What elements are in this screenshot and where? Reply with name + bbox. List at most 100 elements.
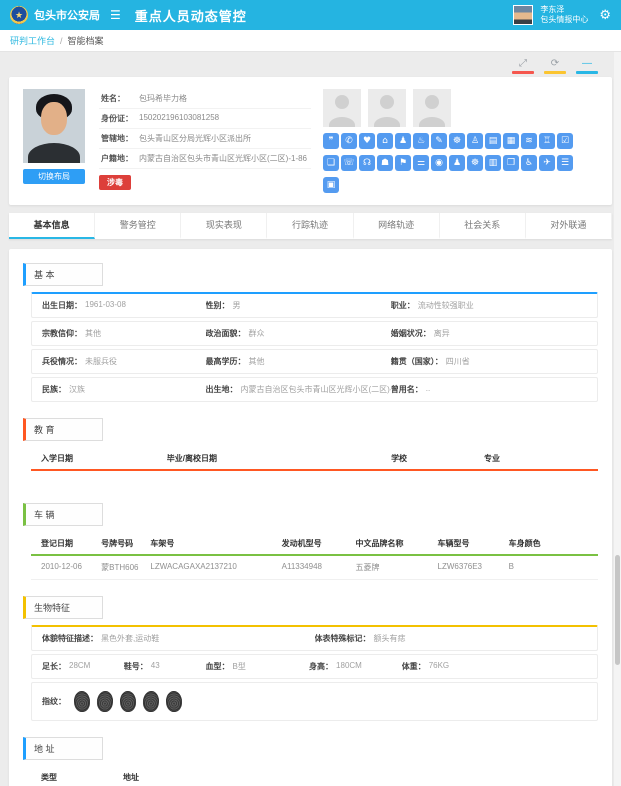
phone-icon[interactable]: ☏	[341, 155, 357, 171]
gallery-avatar-placeholder[interactable]	[413, 89, 451, 127]
suspect-icon[interactable]: ♟	[449, 155, 465, 171]
logistics-icon[interactable]: ❒	[503, 155, 519, 171]
scrollbar-track[interactable]	[614, 52, 621, 786]
field: 曾用名：..	[391, 384, 587, 395]
field: 婚姻状况：离异	[391, 328, 587, 339]
fingerprint-image	[73, 691, 90, 713]
collapse-icon[interactable]: —	[576, 58, 598, 74]
field: 出生地：内蒙古自治区包头市青山区光辉小区(二区)-1-86	[206, 384, 391, 395]
fullscreen-icon[interactable]: ⤢	[512, 58, 534, 74]
flight-icon[interactable]: ✈	[539, 155, 555, 171]
field: 出生日期：1961-03-08	[42, 300, 206, 311]
user-meta[interactable]: 李东泽 包头情报中心	[540, 5, 588, 25]
section-address: 地 址 类型地址 家庭地址 内蒙古自治区包头市青山区光辉小区(二区)-1-86 …	[23, 737, 598, 786]
certificate-icon[interactable]: ▦	[503, 133, 519, 149]
table-cell: 蒙BTH606	[101, 562, 150, 573]
fingerprint-image	[119, 691, 136, 713]
education-icon[interactable]: ✎	[431, 133, 447, 149]
photo-shirt	[28, 143, 80, 163]
phone-call-icon[interactable]: ✆	[341, 133, 357, 149]
field: 体重：76KG	[402, 661, 587, 672]
breadcrumb-parent-link[interactable]: 研判工作台	[10, 34, 55, 47]
fingerprint-image	[96, 690, 113, 712]
profile-field: 户籍地： 内蒙古自治区包头市青山区光辉小区(二区)-1-86	[99, 149, 311, 169]
vehicle-table-header: 登记日期号牌号码车架号发动机型号中文品牌名称车辆型号车身颜色	[31, 532, 598, 556]
detail-tabs: 基本信息 警务管控 现实表现 行踪轨迹 网络轨迹 社会关系 对外联通	[9, 213, 612, 239]
section-biometric: 生物特征 体貌特征描述：黑色外套,运动鞋体表特殊标记：额头有痣 足长：28CM鞋…	[23, 596, 598, 721]
tab[interactable]: 现实表现	[181, 213, 267, 239]
fingerprint-row: 指纹：	[31, 682, 598, 721]
fingerprint-image	[165, 691, 182, 713]
column-header: 专业	[484, 453, 588, 464]
profile-field: 身份证： 150202196103081258	[99, 109, 311, 129]
profile-field-label: 身份证：	[101, 113, 139, 124]
tab[interactable]: 基本信息	[9, 213, 95, 239]
profile-field-label: 姓名：	[101, 93, 139, 104]
bank-icon[interactable]: ♖	[539, 133, 555, 149]
finance-icon[interactable]: ❑	[323, 155, 339, 171]
field: 身高：180CM	[309, 661, 402, 672]
car-icon[interactable]: ☸	[449, 133, 465, 149]
lodging-icon[interactable]: ⚌	[413, 155, 429, 171]
profile-field: 姓名： 包玛希毕力格	[99, 89, 311, 109]
biometric-row-1: 体貌特征描述：黑色外套,运动鞋体表特殊标记：额头有痣	[31, 625, 598, 651]
profile-card: 切换布局 姓名： 包玛希毕力格 身份证： 150202196103081258 …	[9, 77, 612, 205]
tag-icon[interactable]: ⚑	[395, 155, 411, 171]
network-icon[interactable]: ≋	[521, 133, 537, 149]
field: 籍贯（国家）：四川省	[391, 356, 587, 367]
breadcrumb-current: 智能档案	[68, 34, 104, 47]
person-icon[interactable]: ♙	[467, 133, 483, 149]
case-check-icon[interactable]: ☑	[557, 133, 573, 149]
user-avatar[interactable]	[513, 5, 533, 25]
column-header: 学校	[391, 453, 484, 464]
scrollbar-thumb[interactable]	[615, 555, 620, 665]
heart-icon[interactable]: ♥	[359, 133, 375, 149]
entertainment-icon[interactable]: ♿	[521, 155, 537, 171]
tab[interactable]: 对外联通	[526, 213, 612, 239]
switch-layout-button[interactable]: 切换布局	[23, 169, 85, 184]
hotel-icon[interactable]: ♨	[413, 133, 429, 149]
basic-row-2: 宗教信仰：其他政治面貌：群众婚姻状况：离异	[31, 321, 598, 346]
tab[interactable]: 社会关系	[440, 213, 526, 239]
police-car-icon[interactable]: ☸	[467, 155, 483, 171]
profile-field-value: 内蒙古自治区包头市青山区光辉小区(二区)-1-86	[139, 153, 307, 164]
subject-photo[interactable]	[23, 89, 85, 163]
column-header: 入学日期	[41, 453, 167, 464]
column-header: 毕业/离校日期	[167, 453, 391, 464]
signal-icon[interactable]: ☊	[359, 155, 375, 171]
field: 足长：28CM	[42, 661, 124, 672]
group-icon[interactable]: ♟	[395, 133, 411, 149]
profile-field-label: 户籍地：	[101, 153, 139, 164]
education-table-header: 入学日期毕业/离校日期学校专业	[31, 447, 598, 471]
settings-gear-icon[interactable]: ⚙	[599, 7, 611, 23]
gallery-avatar-placeholder[interactable]	[368, 89, 406, 127]
field: 政治面貌：群众	[206, 328, 391, 339]
id-card-icon[interactable]: ▥	[485, 155, 501, 171]
column-header: 号牌号码	[101, 538, 150, 549]
basic-row-4: 民族：汉族出生地：内蒙古自治区包头市青山区光辉小区(二区)-1-86曾用名：..	[31, 377, 598, 402]
gallery-avatar-placeholder[interactable]	[323, 89, 361, 127]
refresh-icon[interactable]: ⟳	[544, 58, 566, 74]
tab[interactable]: 行踪轨迹	[267, 213, 353, 239]
train-icon[interactable]: ☰	[557, 155, 573, 171]
chat-icon[interactable]: ❞	[323, 133, 339, 149]
record-icon[interactable]: ◉	[431, 155, 447, 171]
hamburger-menu-icon[interactable]: ☰	[110, 8, 121, 22]
field: 体貌特征描述：黑色外套,运动鞋	[42, 633, 315, 644]
subway-icon[interactable]: ▣	[323, 177, 339, 193]
section-address-title: 地 址	[23, 737, 103, 760]
column-header: 车身颜色	[509, 538, 588, 549]
profile-field-label: 管辖地：	[101, 133, 139, 144]
tab[interactable]: 网络轨迹	[354, 213, 440, 239]
field: 民族：汉族	[42, 384, 206, 395]
address-table-header: 类型地址	[31, 766, 598, 786]
document-icon[interactable]: ▤	[485, 133, 501, 149]
profile-field-value: 150202196103081258	[139, 113, 219, 124]
tab[interactable]: 警务管控	[95, 213, 181, 239]
table-cell: LZWACAGAXA2137210	[150, 562, 281, 573]
taxi-icon[interactable]: ☗	[377, 155, 393, 171]
feature-icon-row-1: ❞✆♥⌂♟♨✎☸♙▤▦≋♖☑	[323, 133, 598, 149]
field: 性别：男	[206, 300, 391, 311]
home-icon[interactable]: ⌂	[377, 133, 393, 149]
photo-gallery	[323, 89, 598, 127]
